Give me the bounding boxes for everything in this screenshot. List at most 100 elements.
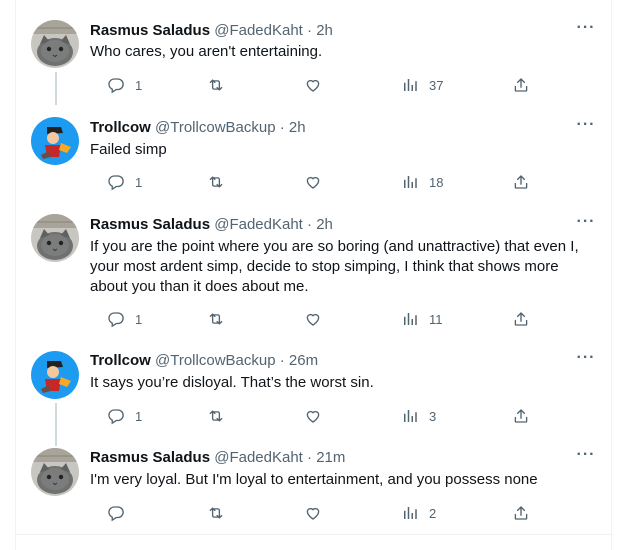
retweet-icon bbox=[207, 173, 225, 191]
tweet-text: If you are the point where you are so bo… bbox=[90, 238, 579, 295]
author-handle[interactable]: @TrollcowBackup bbox=[155, 352, 276, 369]
author-handle[interactable]: @TrollcowBackup bbox=[155, 119, 276, 136]
heart-icon bbox=[304, 407, 322, 425]
like-button[interactable] bbox=[304, 172, 332, 192]
retweet-button[interactable] bbox=[207, 406, 235, 426]
share-button[interactable] bbox=[512, 503, 530, 523]
views-button[interactable]: 3 bbox=[401, 406, 436, 426]
views-count: 2 bbox=[429, 505, 437, 521]
more-options-icon[interactable]: ··· bbox=[576, 350, 596, 371]
reply-icon bbox=[107, 76, 125, 94]
retweet-button[interactable] bbox=[207, 172, 235, 192]
reply-count: 1 bbox=[135, 174, 143, 190]
author-name[interactable]: Trollcow bbox=[90, 352, 151, 369]
views-button[interactable]: 11 bbox=[401, 309, 443, 329]
like-button[interactable] bbox=[304, 503, 332, 523]
share-button[interactable] bbox=[512, 75, 530, 95]
tweet-time[interactable]: 2h bbox=[316, 22, 333, 39]
retweet-icon bbox=[207, 504, 225, 522]
like-button[interactable] bbox=[304, 75, 332, 95]
tweet[interactable]: Rasmus Saladus @FadedKaht · 21m ··· I'm … bbox=[16, 431, 613, 534]
divider bbox=[16, 534, 613, 535]
tweet-header: Trollcow @TrollcowBackup · 2h bbox=[90, 118, 306, 138]
tweet-header: Rasmus Saladus @FadedKaht · 2h bbox=[90, 21, 333, 41]
reply-button[interactable]: 1 bbox=[107, 309, 142, 329]
views-icon bbox=[401, 310, 419, 328]
reply-count: 1 bbox=[135, 77, 143, 93]
reply-icon bbox=[107, 310, 125, 328]
retweet-icon bbox=[207, 310, 225, 328]
avatar[interactable] bbox=[31, 448, 79, 496]
like-button[interactable] bbox=[304, 406, 332, 426]
author-name[interactable]: Rasmus Saladus bbox=[90, 449, 210, 466]
tweet[interactable]: Trollcow @TrollcowBackup · 2h ··· Failed… bbox=[16, 97, 613, 194]
like-button[interactable] bbox=[304, 309, 332, 329]
views-icon bbox=[401, 76, 419, 94]
tweet-time[interactable]: 26m bbox=[289, 352, 318, 369]
retweet-button[interactable] bbox=[207, 309, 235, 329]
more-options-icon[interactable]: ··· bbox=[576, 117, 596, 138]
tweet-actions: 1 37 bbox=[90, 75, 530, 95]
views-button[interactable]: 37 bbox=[401, 75, 443, 95]
heart-icon bbox=[304, 76, 322, 94]
author-name[interactable]: Rasmus Saladus bbox=[90, 216, 210, 233]
tweet-text: Who cares, you aren't entertaining. bbox=[90, 43, 323, 60]
share-icon bbox=[512, 504, 530, 522]
author-name[interactable]: Rasmus Saladus bbox=[90, 22, 210, 39]
share-icon bbox=[512, 173, 530, 191]
views-count: 3 bbox=[429, 408, 437, 424]
reply-count: 1 bbox=[135, 408, 143, 424]
views-count: 37 bbox=[429, 77, 444, 93]
tweet[interactable]: Rasmus Saladus @FadedKaht · 2h ··· Who c… bbox=[16, 0, 613, 105]
reply-button[interactable]: 1 bbox=[107, 172, 142, 192]
share-icon bbox=[512, 407, 530, 425]
separator: · bbox=[302, 22, 317, 39]
separator: · bbox=[275, 119, 289, 136]
avatar[interactable] bbox=[31, 351, 79, 399]
separator: · bbox=[302, 216, 317, 233]
author-handle[interactable]: @FadedKaht bbox=[214, 22, 303, 39]
tweet-time[interactable]: 2h bbox=[289, 119, 306, 136]
tweet-time[interactable]: 2h bbox=[316, 216, 333, 233]
retweet-button[interactable] bbox=[207, 503, 235, 523]
tweet-header: Trollcow @TrollcowBackup · 26m bbox=[90, 351, 318, 371]
reply-button[interactable]: 1 bbox=[107, 406, 142, 426]
author-name[interactable]: Trollcow bbox=[90, 119, 151, 136]
tweet-time[interactable]: 21m bbox=[316, 449, 345, 466]
tweet-actions: 1 18 bbox=[90, 172, 530, 192]
heart-icon bbox=[304, 173, 322, 191]
tweet[interactable]: Trollcow @TrollcowBackup · 26m ··· It sa… bbox=[16, 334, 613, 446]
more-options-icon[interactable]: ··· bbox=[576, 447, 596, 468]
tweet-header: Rasmus Saladus @FadedKaht · 2h bbox=[90, 215, 333, 235]
tweet-text: I'm very loyal. But I'm loyal to enterta… bbox=[90, 471, 538, 488]
more-options-icon[interactable]: ··· bbox=[576, 20, 596, 41]
tweet-text: Failed simp bbox=[90, 141, 167, 158]
avatar[interactable] bbox=[31, 20, 79, 68]
avatar[interactable] bbox=[31, 214, 79, 262]
views-button[interactable]: 18 bbox=[401, 172, 443, 192]
author-handle[interactable]: @FadedKaht bbox=[214, 449, 303, 466]
share-button[interactable] bbox=[512, 309, 530, 329]
author-handle[interactable]: @FadedKaht bbox=[214, 216, 303, 233]
conversation-thread: Rasmus Saladus @FadedKaht · 2h ··· Who c… bbox=[15, 0, 613, 550]
separator: · bbox=[302, 449, 317, 466]
views-count: 18 bbox=[429, 174, 444, 190]
retweet-icon bbox=[207, 76, 225, 94]
reply-count: 1 bbox=[135, 311, 143, 327]
heart-icon bbox=[304, 504, 322, 522]
more-options-icon[interactable]: ··· bbox=[576, 214, 596, 235]
share-icon bbox=[512, 76, 530, 94]
views-icon bbox=[401, 173, 419, 191]
views-button[interactable]: 2 bbox=[401, 503, 436, 523]
share-button[interactable] bbox=[512, 172, 530, 192]
tweet-actions: 1 11 bbox=[90, 309, 530, 329]
reply-button[interactable] bbox=[107, 503, 135, 523]
share-button[interactable] bbox=[512, 406, 530, 426]
reply-icon bbox=[107, 504, 125, 522]
views-count: 11 bbox=[429, 311, 443, 327]
retweet-icon bbox=[207, 407, 225, 425]
retweet-button[interactable] bbox=[207, 75, 235, 95]
avatar[interactable] bbox=[31, 117, 79, 165]
tweet[interactable]: Rasmus Saladus @FadedKaht · 2h ··· If yo… bbox=[16, 194, 613, 334]
reply-button[interactable]: 1 bbox=[107, 75, 142, 95]
